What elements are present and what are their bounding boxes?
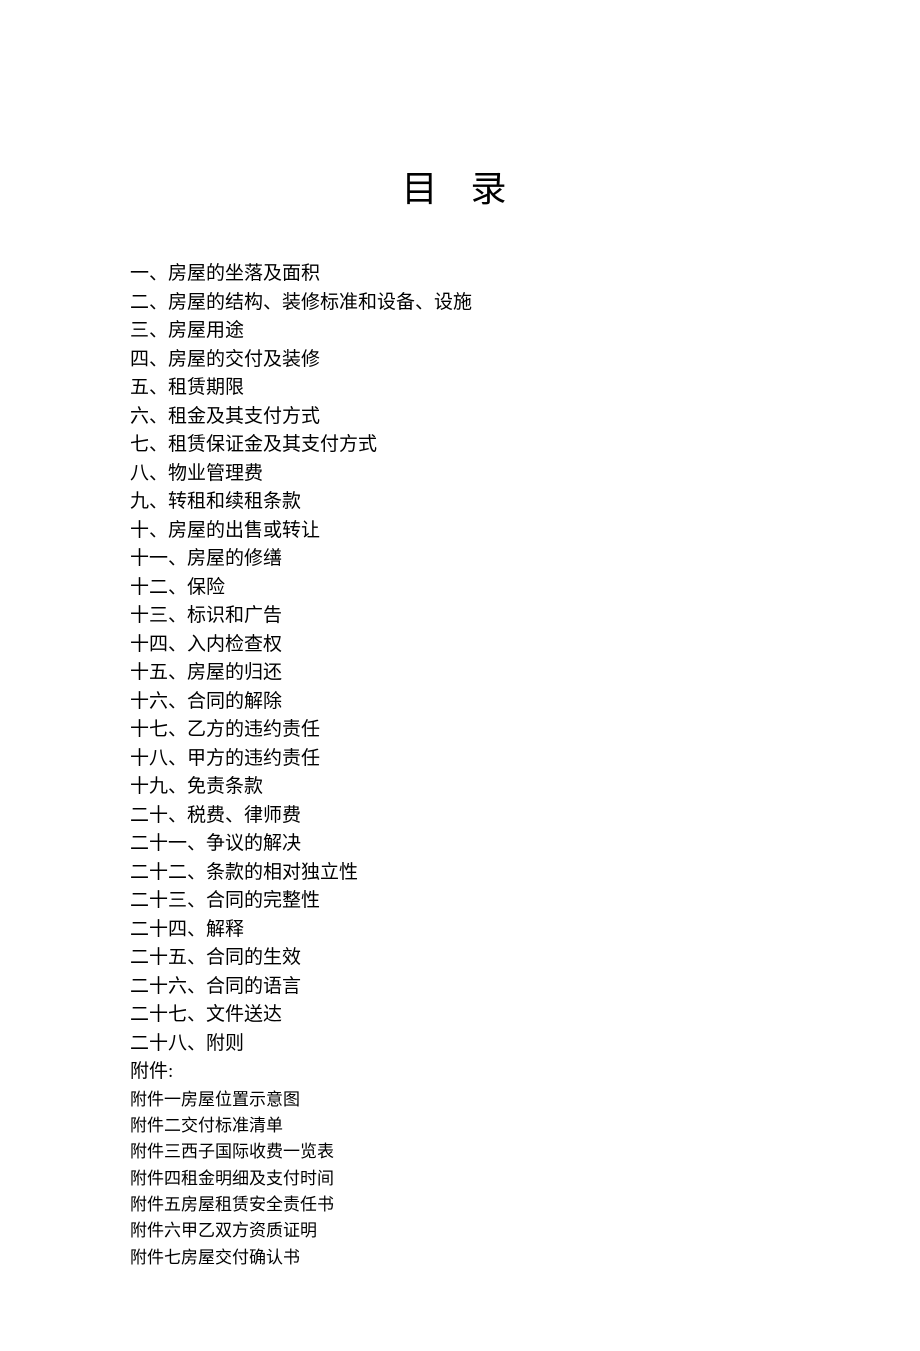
toc-item: 二十四、解释 [130,916,790,945]
toc-item: 九、转租和续租条款 [130,488,790,517]
toc-list: 一、房屋的坐落及面积 二、房屋的结构、装修标准和设备、设施 三、房屋用途 四、房… [130,260,790,1058]
toc-item: 二十三、合同的完整性 [130,887,790,916]
toc-item: 二十、税费、律师费 [130,802,790,831]
appendix-item: 附件四租金明细及支付时间 [130,1166,790,1192]
toc-item: 十三、标识和广告 [130,602,790,631]
appendix-header: 附件: [130,1058,790,1087]
toc-item: 二十八、附则 [130,1030,790,1059]
toc-item: 七、租赁保证金及其支付方式 [130,431,790,460]
appendix-list: 附件一房屋位置示意图 附件二交付标准清单 附件三西子国际收费一览表 附件四租金明… [130,1087,790,1271]
toc-item: 二十一、争议的解决 [130,830,790,859]
document-page: 目 录 一、房屋的坐落及面积 二、房屋的结构、装修标准和设备、设施 三、房屋用途… [0,0,920,1351]
toc-item: 六、租金及其支付方式 [130,403,790,432]
toc-item: 二十五、合同的生效 [130,944,790,973]
appendix-item: 附件七房屋交付确认书 [130,1245,790,1271]
toc-item: 十九、免责条款 [130,773,790,802]
toc-item: 二十六、合同的语言 [130,973,790,1002]
toc-item: 一、房屋的坐落及面积 [130,260,790,289]
appendix-item: 附件一房屋位置示意图 [130,1087,790,1113]
toc-item: 三、房屋用途 [130,317,790,346]
page-title: 目 录 [130,160,790,212]
toc-item: 二、房屋的结构、装修标准和设备、设施 [130,289,790,318]
toc-item: 十、房屋的出售或转让 [130,517,790,546]
appendix-item: 附件六甲乙双方资质证明 [130,1218,790,1244]
toc-item: 十七、乙方的违约责任 [130,716,790,745]
toc-item: 二十二、条款的相对独立性 [130,859,790,888]
toc-item: 十六、合同的解除 [130,688,790,717]
appendix-item: 附件二交付标准清单 [130,1113,790,1139]
toc-item: 四、房屋的交付及装修 [130,346,790,375]
toc-item: 十四、入内检查权 [130,631,790,660]
toc-item: 十二、保险 [130,574,790,603]
appendix-item: 附件五房屋租赁安全责任书 [130,1192,790,1218]
appendix-item: 附件三西子国际收费一览表 [130,1139,790,1165]
toc-item: 十八、甲方的违约责任 [130,745,790,774]
toc-item: 八、物业管理费 [130,460,790,489]
toc-item: 二十七、文件送达 [130,1001,790,1030]
toc-item: 十一、房屋的修缮 [130,545,790,574]
toc-item: 五、租赁期限 [130,374,790,403]
toc-item: 十五、房屋的归还 [130,659,790,688]
